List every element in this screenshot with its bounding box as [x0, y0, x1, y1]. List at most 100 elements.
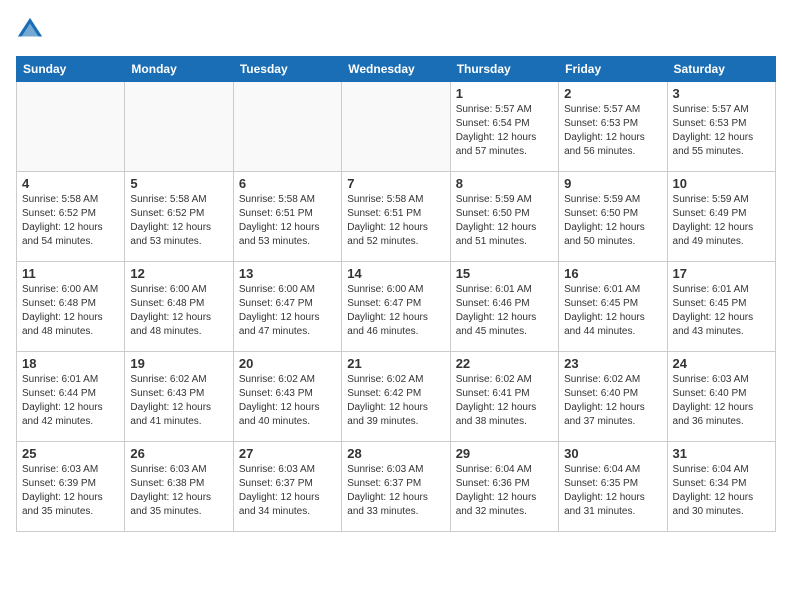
day-number: 6 [239, 176, 336, 191]
calendar-cell: 22 Sunrise: 6:02 AM Sunset: 6:41 PM Dayli… [450, 352, 558, 442]
day-info: Sunrise: 6:00 AM Sunset: 6:48 PM Dayligh… [22, 283, 119, 339]
day-info: Sunrise: 5:58 AM Sunset: 6:51 PM Dayligh… [347, 193, 444, 249]
day-info: Sunrise: 6:00 AM Sunset: 6:47 PM Dayligh… [239, 283, 336, 339]
day-number: 9 [564, 176, 661, 191]
calendar-week-row: 18 Sunrise: 6:01 AM Sunset: 6:44 PM Dayli… [17, 352, 776, 442]
calendar-cell: 8 Sunrise: 5:59 AM Sunset: 6:50 PM Daylig… [450, 172, 558, 262]
day-info: Sunrise: 5:59 AM Sunset: 6:49 PM Dayligh… [673, 193, 770, 249]
calendar-week-row: 1 Sunrise: 5:57 AM Sunset: 6:54 PM Daylig… [17, 82, 776, 172]
day-number: 4 [22, 176, 119, 191]
calendar-cell: 11 Sunrise: 6:00 AM Sunset: 6:48 PM Dayli… [17, 262, 125, 352]
day-number: 18 [22, 356, 119, 371]
day-info: Sunrise: 6:03 AM Sunset: 6:40 PM Dayligh… [673, 373, 770, 429]
day-info: Sunrise: 6:02 AM Sunset: 6:41 PM Dayligh… [456, 373, 553, 429]
calendar-week-row: 4 Sunrise: 5:58 AM Sunset: 6:52 PM Daylig… [17, 172, 776, 262]
day-number: 17 [673, 266, 770, 281]
day-number: 28 [347, 446, 444, 461]
day-number: 8 [456, 176, 553, 191]
day-number: 22 [456, 356, 553, 371]
day-info: Sunrise: 6:00 AM Sunset: 6:47 PM Dayligh… [347, 283, 444, 339]
day-info: Sunrise: 6:02 AM Sunset: 6:43 PM Dayligh… [130, 373, 227, 429]
day-info: Sunrise: 6:01 AM Sunset: 6:44 PM Dayligh… [22, 373, 119, 429]
calendar-cell: 23 Sunrise: 6:02 AM Sunset: 6:40 PM Dayli… [559, 352, 667, 442]
day-info: Sunrise: 5:57 AM Sunset: 6:53 PM Dayligh… [673, 103, 770, 159]
day-info: Sunrise: 6:04 AM Sunset: 6:34 PM Dayligh… [673, 463, 770, 519]
calendar-body: 1 Sunrise: 5:57 AM Sunset: 6:54 PM Daylig… [17, 82, 776, 532]
calendar-cell [17, 82, 125, 172]
calendar-cell: 16 Sunrise: 6:01 AM Sunset: 6:45 PM Dayli… [559, 262, 667, 352]
calendar-cell: 1 Sunrise: 5:57 AM Sunset: 6:54 PM Daylig… [450, 82, 558, 172]
day-info: Sunrise: 6:04 AM Sunset: 6:35 PM Dayligh… [564, 463, 661, 519]
day-number: 16 [564, 266, 661, 281]
calendar-cell: 27 Sunrise: 6:03 AM Sunset: 6:37 PM Dayli… [233, 442, 341, 532]
calendar-cell: 4 Sunrise: 5:58 AM Sunset: 6:52 PM Daylig… [17, 172, 125, 262]
calendar-cell [233, 82, 341, 172]
day-number: 27 [239, 446, 336, 461]
day-number: 26 [130, 446, 227, 461]
calendar-table: SundayMondayTuesdayWednesdayThursdayFrid… [16, 56, 776, 532]
day-info: Sunrise: 6:01 AM Sunset: 6:45 PM Dayligh… [564, 283, 661, 339]
calendar-day-header: Saturday [667, 57, 775, 82]
calendar-cell: 29Sunrise: 6:04 AM Sunset: 6:36 PM Dayli… [450, 442, 558, 532]
day-number: 7 [347, 176, 444, 191]
calendar-day-header: Friday [559, 57, 667, 82]
calendar-cell: 13 Sunrise: 6:00 AM Sunset: 6:47 PM Dayli… [233, 262, 341, 352]
day-number: 19 [130, 356, 227, 371]
day-number: 2 [564, 86, 661, 101]
calendar-cell: 20Sunrise: 6:02 AM Sunset: 6:43 PM Dayli… [233, 352, 341, 442]
day-info: Sunrise: 5:58 AM Sunset: 6:52 PM Dayligh… [22, 193, 119, 249]
day-info: Sunrise: 5:57 AM Sunset: 6:54 PM Dayligh… [456, 103, 553, 159]
page-header [16, 16, 776, 44]
day-info: Sunrise: 6:02 AM Sunset: 6:42 PM Dayligh… [347, 373, 444, 429]
calendar-cell: 24 Sunrise: 6:03 AM Sunset: 6:40 PM Dayli… [667, 352, 775, 442]
calendar-header-row: SundayMondayTuesdayWednesdayThursdayFrid… [17, 57, 776, 82]
calendar-cell [342, 82, 450, 172]
calendar-day-header: Tuesday [233, 57, 341, 82]
calendar-cell: 25 Sunrise: 6:03 AM Sunset: 6:39 PM Dayli… [17, 442, 125, 532]
day-number: 5 [130, 176, 227, 191]
calendar-cell: 28Sunrise: 6:03 AM Sunset: 6:37 PM Dayli… [342, 442, 450, 532]
calendar-cell [125, 82, 233, 172]
day-info: Sunrise: 5:57 AM Sunset: 6:53 PM Dayligh… [564, 103, 661, 159]
day-number: 15 [456, 266, 553, 281]
calendar-cell: 5 Sunrise: 5:58 AM Sunset: 6:52 PM Daylig… [125, 172, 233, 262]
calendar-cell: 12Sunrise: 6:00 AM Sunset: 6:48 PM Dayli… [125, 262, 233, 352]
day-info: Sunrise: 6:03 AM Sunset: 6:39 PM Dayligh… [22, 463, 119, 519]
logo [16, 16, 48, 44]
calendar-day-header: Monday [125, 57, 233, 82]
day-number: 23 [564, 356, 661, 371]
day-number: 21 [347, 356, 444, 371]
calendar-cell: 18 Sunrise: 6:01 AM Sunset: 6:44 PM Dayli… [17, 352, 125, 442]
day-number: 1 [456, 86, 553, 101]
calendar-cell: 10 Sunrise: 5:59 AM Sunset: 6:49 PM Dayli… [667, 172, 775, 262]
calendar-week-row: 11 Sunrise: 6:00 AM Sunset: 6:48 PM Dayli… [17, 262, 776, 352]
calendar-cell: 19 Sunrise: 6:02 AM Sunset: 6:43 PM Dayli… [125, 352, 233, 442]
day-info: Sunrise: 5:59 AM Sunset: 6:50 PM Dayligh… [456, 193, 553, 249]
day-number: 29 [456, 446, 553, 461]
calendar-day-header: Thursday [450, 57, 558, 82]
day-info: Sunrise: 6:02 AM Sunset: 6:40 PM Dayligh… [564, 373, 661, 429]
day-number: 25 [22, 446, 119, 461]
day-info: Sunrise: 6:02 AM Sunset: 6:43 PM Dayligh… [239, 373, 336, 429]
calendar-cell: 17 Sunrise: 6:01 AM Sunset: 6:45 PM Dayli… [667, 262, 775, 352]
day-number: 10 [673, 176, 770, 191]
calendar-cell: 3Sunrise: 5:57 AM Sunset: 6:53 PM Daylig… [667, 82, 775, 172]
day-info: Sunrise: 6:01 AM Sunset: 6:45 PM Dayligh… [673, 283, 770, 339]
logo-icon [16, 16, 44, 44]
calendar-cell: 30Sunrise: 6:04 AM Sunset: 6:35 PM Dayli… [559, 442, 667, 532]
calendar-cell: 15 Sunrise: 6:01 AM Sunset: 6:46 PM Dayli… [450, 262, 558, 352]
day-info: Sunrise: 5:58 AM Sunset: 6:51 PM Dayligh… [239, 193, 336, 249]
day-number: 24 [673, 356, 770, 371]
day-number: 13 [239, 266, 336, 281]
day-info: Sunrise: 6:03 AM Sunset: 6:37 PM Dayligh… [239, 463, 336, 519]
calendar-week-row: 25 Sunrise: 6:03 AM Sunset: 6:39 PM Dayli… [17, 442, 776, 532]
calendar-cell: 9 Sunrise: 5:59 AM Sunset: 6:50 PM Daylig… [559, 172, 667, 262]
calendar-cell: 6 Sunrise: 5:58 AM Sunset: 6:51 PM Daylig… [233, 172, 341, 262]
day-number: 11 [22, 266, 119, 281]
day-info: Sunrise: 6:01 AM Sunset: 6:46 PM Dayligh… [456, 283, 553, 339]
day-number: 14 [347, 266, 444, 281]
day-info: Sunrise: 5:59 AM Sunset: 6:50 PM Dayligh… [564, 193, 661, 249]
day-info: Sunrise: 5:58 AM Sunset: 6:52 PM Dayligh… [130, 193, 227, 249]
calendar-cell: 26Sunrise: 6:03 AM Sunset: 6:38 PM Dayli… [125, 442, 233, 532]
day-number: 12 [130, 266, 227, 281]
